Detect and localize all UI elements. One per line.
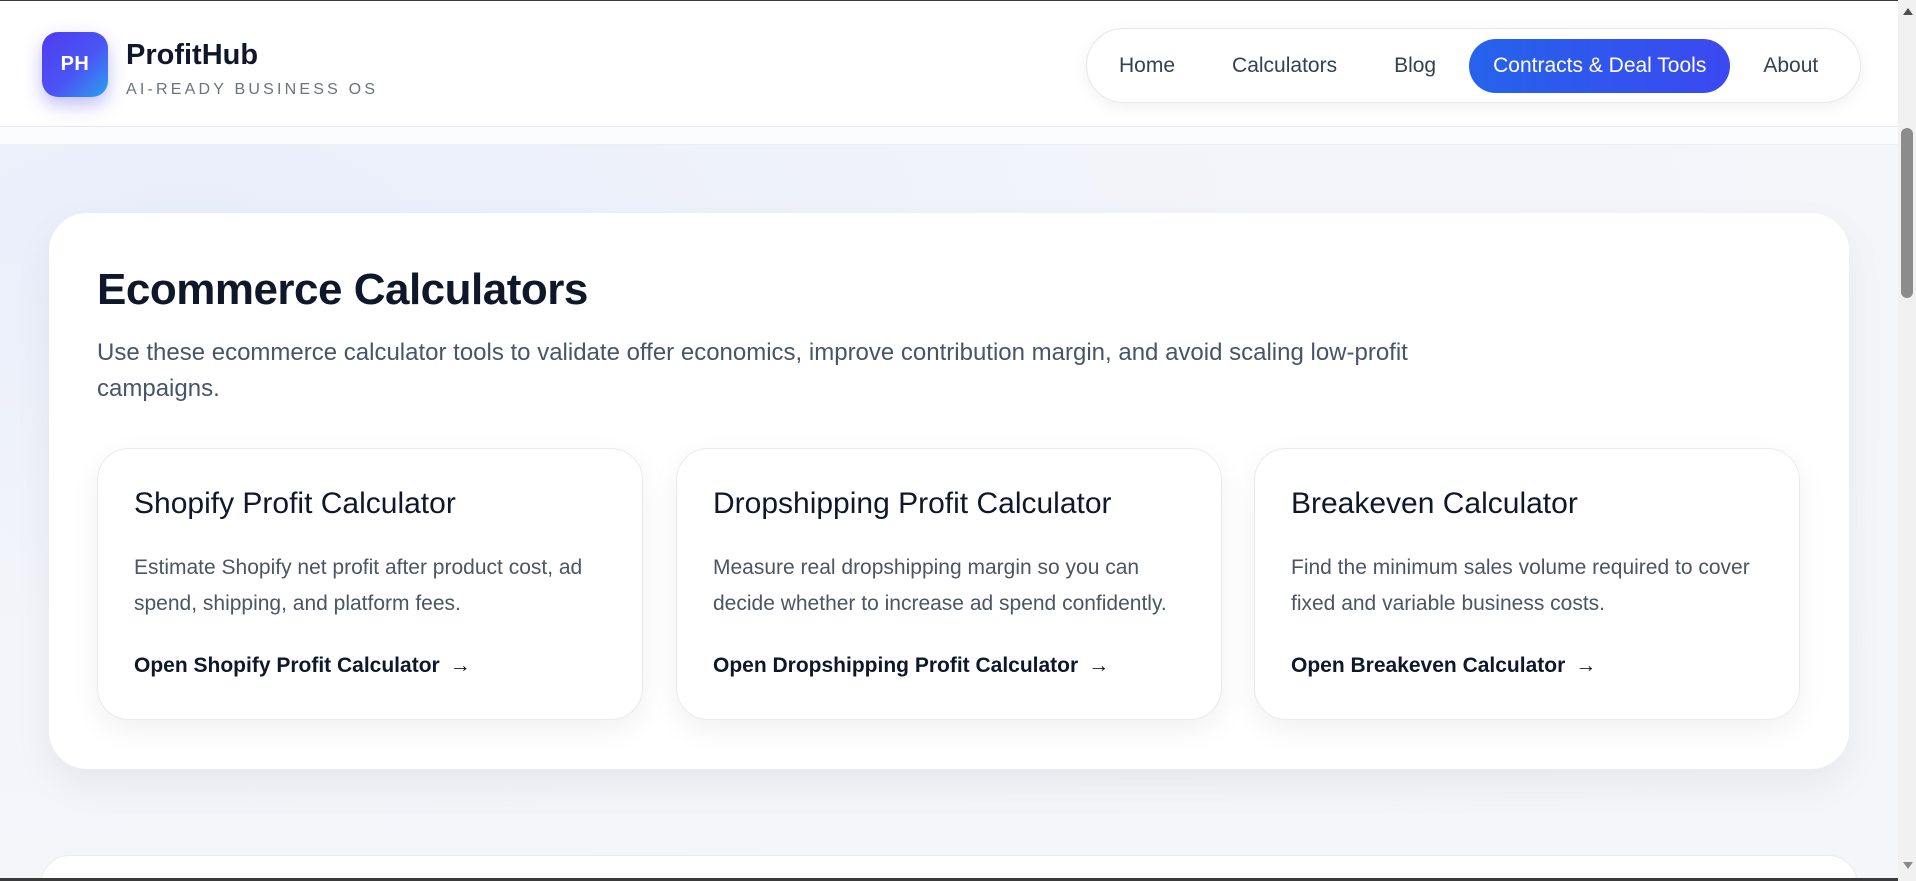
scroll-up-icon[interactable] (1903, 8, 1913, 15)
open-shopify-profit-calculator-link[interactable]: Open Shopify Profit Calculator → (134, 654, 471, 678)
card-title: Breakeven Calculator (1291, 487, 1578, 520)
card-description: Estimate Shopify net profit after produc… (134, 556, 583, 615)
open-dropshipping-profit-calculator-link[interactable]: Open Dropshipping Profit Calculator → (713, 654, 1109, 678)
card-description: Measure real dropshipping margin so you … (713, 556, 1167, 615)
nav-contracts-deal-tools[interactable]: Contracts & Deal Tools (1469, 38, 1731, 93)
arrow-right-icon: → (1088, 654, 1110, 677)
ecommerce-calculators-panel: Ecommerce Calculators Use these ecommerc… (49, 213, 1849, 769)
scroll-down-icon[interactable] (1903, 862, 1913, 869)
card-shopify-profit-calculator[interactable]: Shopify Profit Calculator Estimate Shopi… (97, 448, 643, 720)
nav-blog[interactable]: Blog (1394, 54, 1436, 78)
arrow-right-icon: → (449, 654, 471, 677)
main-nav: Home Calculators Blog Contracts & Deal T… (1086, 28, 1861, 103)
header-divider (0, 127, 1898, 145)
card-title: Shopify Profit Calculator (134, 487, 456, 520)
site-header: PH ProfitHub AI-READY BUSINESS OS Home C… (0, 1, 1898, 127)
section-description: Use these ecommerce calculator tools to … (97, 339, 1408, 402)
section-title: Ecommerce Calculators (97, 265, 588, 314)
card-breakeven-calculator[interactable]: Breakeven Calculator Find the minimum sa… (1254, 448, 1800, 720)
card-link-label: Open Breakeven Calculator (1291, 654, 1566, 677)
card-description: Find the minimum sales volume required t… (1291, 556, 1750, 615)
open-breakeven-calculator-link[interactable]: Open Breakeven Calculator → (1291, 654, 1596, 678)
card-link-label: Open Shopify Profit Calculator (134, 654, 440, 677)
nav-calculators[interactable]: Calculators (1232, 54, 1337, 78)
brand-tagline: AI-READY BUSINESS OS (126, 81, 379, 98)
arrow-right-icon: → (1575, 654, 1597, 677)
card-dropshipping-profit-calculator[interactable]: Dropshipping Profit Calculator Measure r… (676, 448, 1222, 720)
nav-about[interactable]: About (1763, 54, 1818, 78)
card-link-label: Open Dropshipping Profit Calculator (713, 654, 1079, 677)
scrollbar-thumb[interactable] (1901, 128, 1913, 298)
brand-name[interactable]: ProfitHub (126, 39, 258, 72)
brand-logo-badge[interactable]: PH (42, 32, 108, 97)
card-title: Dropshipping Profit Calculator (713, 487, 1112, 520)
nav-home[interactable]: Home (1119, 54, 1175, 78)
